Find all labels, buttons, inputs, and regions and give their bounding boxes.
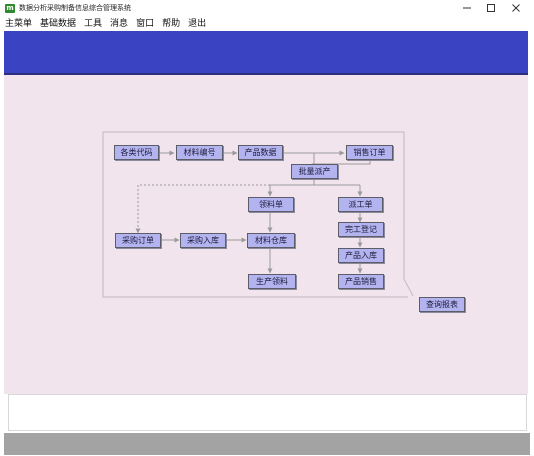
close-icon (512, 4, 520, 12)
node-product-receipt[interactable]: 产品入库 (338, 248, 384, 263)
node-material-warehouse[interactable]: 材料仓库 (247, 233, 295, 248)
node-query-report[interactable]: 查询报表 (419, 297, 465, 312)
status-panel (8, 394, 527, 431)
title-bar: m 数据分析采购制备信息综合管理系统 (0, 0, 534, 17)
app-window: m 数据分析采购制备信息综合管理系统 主菜单 基础数据 工具 消息 窗口 帮助 … (0, 0, 534, 456)
node-material-no[interactable]: 材料编号 (176, 145, 223, 160)
menu-tools[interactable]: 工具 (80, 17, 106, 31)
node-sales-order[interactable]: 销售订单 (346, 145, 393, 160)
node-production-requisition[interactable]: 生产领料 (248, 274, 296, 289)
maximize-button[interactable] (478, 1, 504, 15)
header-banner (4, 31, 528, 73)
node-product-sales[interactable]: 产品销售 (338, 274, 384, 289)
menu-bar: 主菜单 基础数据 工具 消息 窗口 帮助 退出 (0, 17, 534, 31)
maximize-icon (487, 4, 495, 12)
node-purchase-receipt[interactable]: 采购入库 (180, 233, 226, 248)
app-icon: m (5, 4, 15, 13)
connector (270, 179, 360, 186)
minimize-button[interactable] (454, 1, 480, 15)
menu-messages[interactable]: 消息 (106, 17, 132, 31)
node-batch-production[interactable]: 批量派产 (291, 164, 338, 179)
node-types-code[interactable]: 各类代码 (114, 145, 159, 160)
window-title: 数据分析采购制备信息综合管理系统 (19, 4, 131, 12)
flow-workspace: 各类代码 材料编号 产品数据 销售订单 批量派产 领料单 派工单 采购订单 采购… (4, 75, 528, 394)
close-button[interactable] (503, 1, 529, 15)
node-material-requisition[interactable]: 领料单 (248, 197, 294, 212)
bottom-bar (4, 433, 530, 455)
node-product-data[interactable]: 产品数据 (238, 145, 283, 160)
menu-exit[interactable]: 退出 (184, 17, 210, 31)
minimize-icon (463, 7, 471, 9)
menu-basic-data[interactable]: 基础数据 (36, 17, 80, 31)
menu-window[interactable]: 窗口 (132, 17, 158, 31)
node-completion-register[interactable]: 完工登记 (338, 222, 384, 237)
node-purchase-order[interactable]: 采购订单 (115, 233, 161, 248)
node-dispatch-order[interactable]: 派工单 (338, 197, 383, 212)
menu-help[interactable]: 帮助 (158, 17, 184, 31)
menu-main[interactable]: 主菜单 (0, 17, 36, 31)
